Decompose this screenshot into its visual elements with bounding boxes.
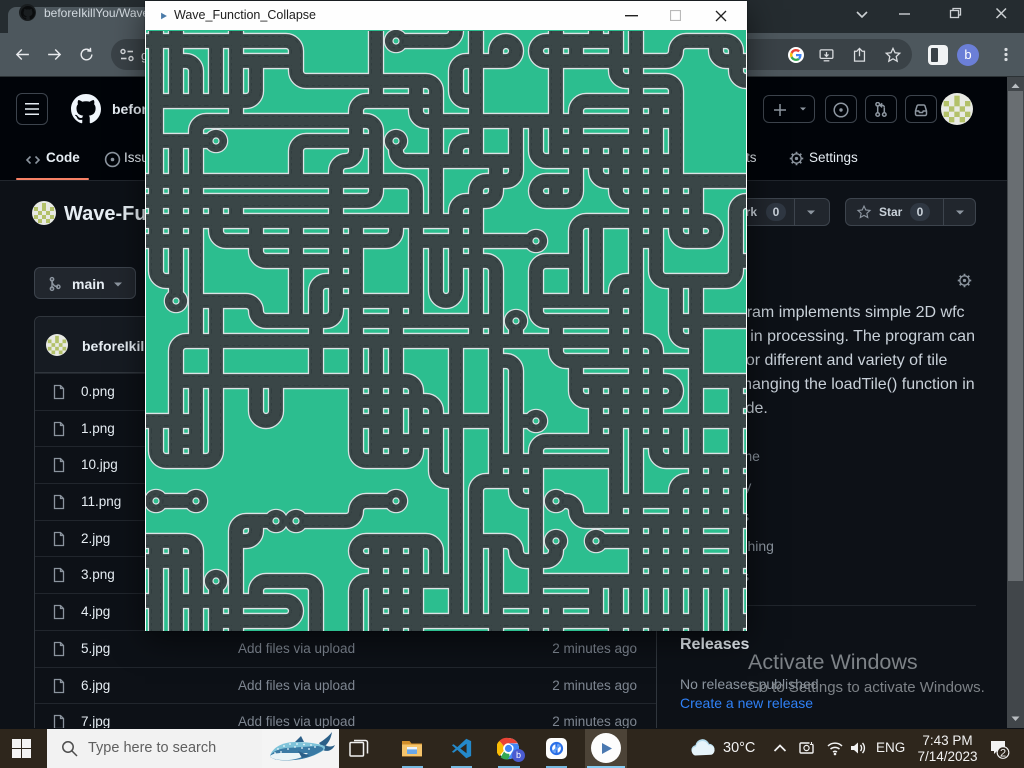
svg-text:2: 2 (1000, 747, 1006, 759)
